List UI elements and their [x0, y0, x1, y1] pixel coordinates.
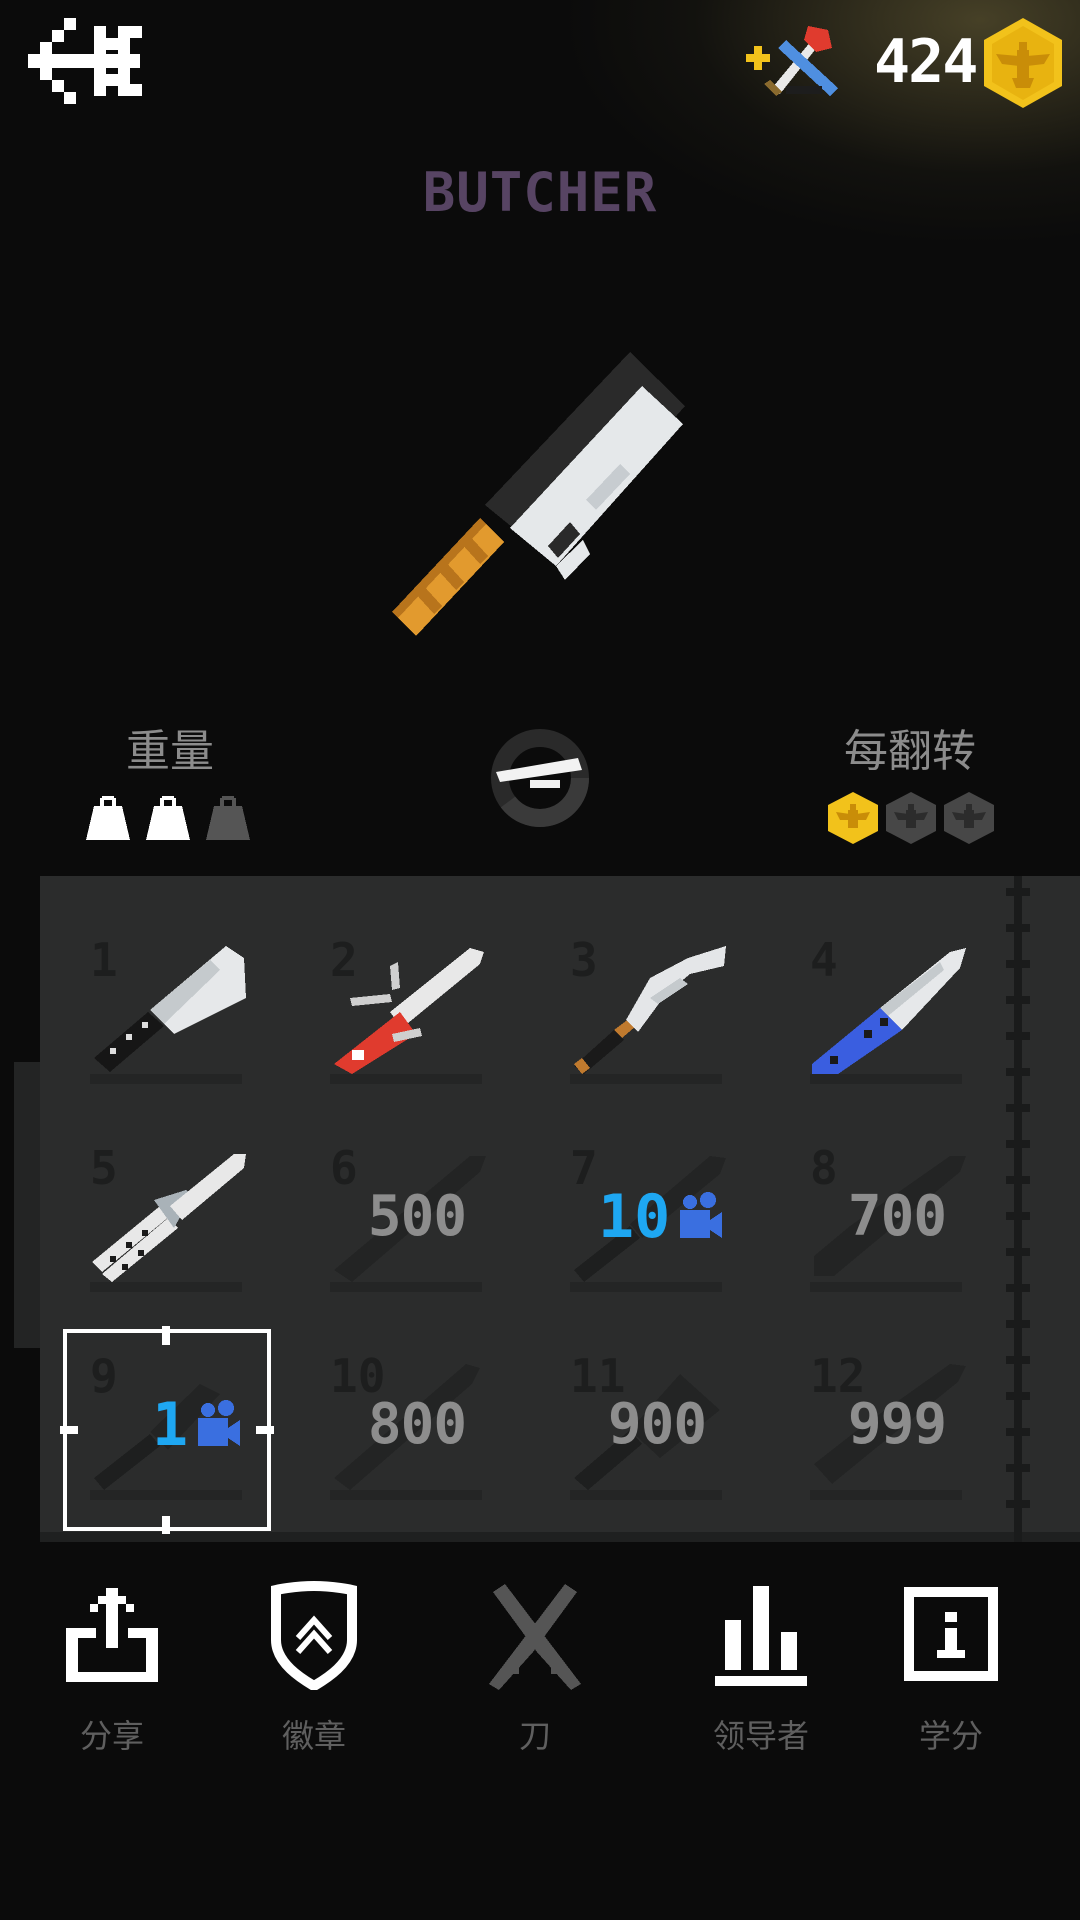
rotate-icon: [491, 729, 589, 827]
kukri-knife-image: [574, 946, 726, 1074]
slot-shelf: [810, 1282, 962, 1292]
swiss-army-knife-image: [334, 948, 484, 1074]
video-camera-icon: [680, 1192, 723, 1238]
weight-label: 重量: [126, 726, 214, 777]
knife-slot-12[interactable]: 12 999: [782, 1334, 1012, 1524]
knife-price: 700: [847, 1184, 947, 1249]
share-icon: [66, 1588, 158, 1682]
slot-shelf: [90, 1074, 242, 1084]
nav-knives-label: 刀: [518, 1717, 551, 1755]
slot-shelf: [330, 1490, 482, 1500]
slot-shelf: [810, 1074, 962, 1084]
slot-shelf: [330, 1282, 482, 1292]
eagle-coin-icon-empty: [886, 792, 936, 844]
knife-slot-5[interactable]: 5: [62, 1126, 292, 1316]
knife-slot-3[interactable]: 3: [542, 918, 772, 1108]
knife-name: BUTCHER: [422, 161, 658, 224]
knife-slot-4[interactable]: 4: [782, 918, 1012, 1108]
eagle-coin-icon: [982, 16, 1064, 110]
nav-credits-label: 学分: [918, 1717, 983, 1755]
eagle-coin-icon: [828, 792, 878, 844]
crossed-knives-icon: [489, 1584, 581, 1690]
eagle-coin-icon-empty: [944, 792, 994, 844]
back-arrow-icon: [28, 18, 142, 104]
knife-slot-7[interactable]: 7 10: [542, 1126, 772, 1316]
knife-price: 500: [367, 1184, 467, 1249]
weight-icon: [86, 796, 130, 840]
nav-credits[interactable]: 学分: [866, 1580, 1036, 1780]
knife-slot-1[interactable]: 1: [62, 918, 292, 1108]
weight-meter: [84, 794, 254, 842]
knife-price: 900: [607, 1392, 707, 1457]
slot-shelf: [570, 1490, 722, 1500]
add-knife-gift-icon[interactable]: [742, 22, 848, 98]
per-flip-label: 每翻转: [844, 726, 976, 777]
video-count: 10: [598, 1182, 671, 1252]
leaderboard-icon: [715, 1586, 807, 1686]
knife-slot-2[interactable]: 2: [302, 918, 532, 1108]
butterfly-knife-image: [92, 1154, 246, 1282]
panel-side-tab: [14, 1062, 42, 1348]
knife-slot-6[interactable]: 6 500: [302, 1126, 532, 1316]
nav-leaders-label: 领导者: [712, 1717, 809, 1755]
nav-knives[interactable]: 刀: [450, 1580, 620, 1780]
per-flip-reward: [826, 790, 996, 846]
rotate-knife-button[interactable]: [490, 728, 590, 828]
slot-shelf: [570, 1074, 722, 1084]
coin-count: 424: [874, 27, 978, 97]
video-unlock: 10: [598, 1182, 724, 1252]
folding-knife-image: [812, 948, 966, 1074]
nav-share-label: 分享: [79, 1717, 144, 1755]
butcher-cleaver-image: [380, 340, 700, 660]
slot-shelf: [330, 1074, 482, 1084]
chef-knife-image: [94, 946, 246, 1072]
nav-badges-label: 徽章: [281, 1717, 346, 1755]
badge-shield-icon: [271, 1580, 357, 1690]
slot-shelf: [570, 1282, 722, 1292]
knife-slot-8[interactable]: 8 700: [782, 1126, 1012, 1316]
slot-shelf: [810, 1490, 962, 1500]
knife-price: 999: [847, 1392, 947, 1457]
nav-leaders[interactable]: 领导者: [676, 1580, 846, 1780]
knife-slot-11[interactable]: 11 900: [542, 1334, 772, 1524]
knife-slot-10[interactable]: 10 800: [302, 1334, 532, 1524]
nav-badges[interactable]: 徽章: [229, 1580, 399, 1780]
weight-icon: [146, 796, 190, 840]
selection-frame: [54, 1325, 280, 1536]
info-icon: [904, 1587, 998, 1681]
weight-icon-empty: [206, 796, 250, 840]
nav-share[interactable]: 分享: [27, 1580, 197, 1780]
knife-price: 800: [367, 1392, 467, 1457]
back-button[interactable]: [22, 16, 148, 106]
slot-shelf: [90, 1282, 242, 1292]
